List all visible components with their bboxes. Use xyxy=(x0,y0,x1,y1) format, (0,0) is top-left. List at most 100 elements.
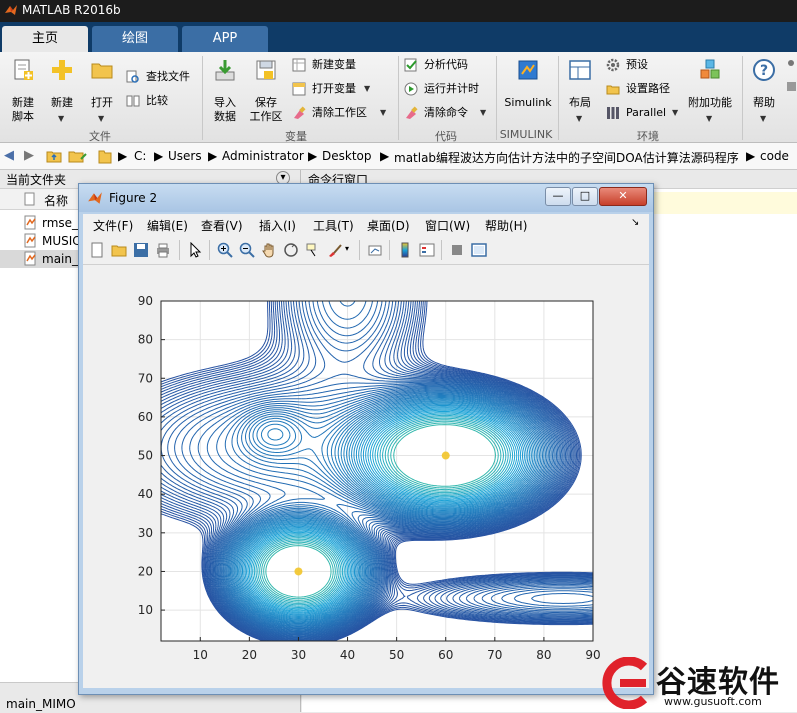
save-icon[interactable] xyxy=(133,242,149,258)
breadcrumb-c[interactable]: C: xyxy=(134,149,146,163)
compare-icon xyxy=(126,95,140,107)
browse-folder-icon[interactable] xyxy=(68,148,88,164)
rotate-3d-icon[interactable] xyxy=(283,242,299,258)
run-and-time-button[interactable]: 运行并计时 xyxy=(404,82,488,98)
breadcrumb-separator-icon: ▶ xyxy=(118,149,128,163)
y-tick-label: 10 xyxy=(138,603,153,617)
breadcrumb-project-folder[interactable]: matlab编程波达方向估计方法中的子空间DOA估计算法源码程序 xyxy=(394,149,739,166)
breadcrumb-users[interactable]: Users xyxy=(168,149,202,163)
show-plot-tools-icon[interactable] xyxy=(471,242,487,258)
forward-arrow-icon[interactable]: ▶ xyxy=(24,148,34,163)
link-plot-icon[interactable] xyxy=(367,242,383,258)
tab-apps[interactable]: APP xyxy=(182,26,268,52)
contour-peak-1 xyxy=(294,567,303,576)
open-variable-label: 打开变量 xyxy=(312,82,356,95)
x-tick-label: 40 xyxy=(340,648,355,662)
ribbon-separator xyxy=(742,56,743,140)
addons-caret-icon: ▼ xyxy=(706,114,713,123)
y-tick-label: 90 xyxy=(138,294,153,308)
ribbon-overflow-strip[interactable] xyxy=(786,58,797,118)
breadcrumb-desktop[interactable]: Desktop xyxy=(322,149,372,163)
breadcrumb-separator-icon: ▶ xyxy=(746,149,756,163)
colorbar-icon[interactable] xyxy=(397,242,413,258)
contour-peak-2 xyxy=(441,451,450,460)
new-plus-icon xyxy=(52,60,72,80)
open-file-icon[interactable] xyxy=(111,242,127,258)
file-name: MUSIC xyxy=(42,234,81,248)
addons-button[interactable]: 附加功能 ▼ xyxy=(684,58,736,124)
menu-insert[interactable]: 插入(I) xyxy=(259,217,296,234)
figure-title-bar[interactable]: Figure 2 — □ ✕ xyxy=(79,184,653,212)
group-variable-label: 变量 xyxy=(285,130,307,143)
menu-desktop[interactable]: 桌面(D) xyxy=(367,217,410,234)
file-name: main_ xyxy=(42,252,78,266)
group-code-label: 代码 xyxy=(435,130,457,143)
new-button[interactable]: 新建 ▼ xyxy=(44,58,80,124)
breadcrumb-code[interactable]: code xyxy=(760,149,789,163)
clear-workspace-caret-icon: ▼ xyxy=(380,108,387,117)
new-variable-button[interactable]: 新建变量 xyxy=(292,58,388,74)
set-path-label: 设置路径 xyxy=(626,82,670,95)
menu-file[interactable]: 文件(F) xyxy=(93,217,133,234)
set-path-button[interactable]: 设置路径 xyxy=(606,82,682,98)
save-workspace-icon xyxy=(256,60,276,80)
pointer-icon[interactable] xyxy=(187,242,203,258)
print-icon[interactable] xyxy=(155,242,171,258)
new-label: 新建 xyxy=(51,96,73,109)
tab-home[interactable]: 主页 xyxy=(2,26,88,52)
layout-button[interactable]: 布局 ▼ xyxy=(562,58,598,124)
run-time-icon xyxy=(404,82,418,96)
figure-title: Figure 2 xyxy=(109,191,158,205)
file-name: rmse_ xyxy=(42,216,79,230)
hide-plot-tools-icon[interactable] xyxy=(449,242,465,258)
find-files-button[interactable]: 查找文件 xyxy=(126,70,198,86)
x-tick-label: 70 xyxy=(487,648,502,662)
zoom-in-icon[interactable] xyxy=(217,242,233,258)
set-path-icon xyxy=(606,85,620,95)
menu-tools[interactable]: 工具(T) xyxy=(313,217,354,234)
menu-edit[interactable]: 编辑(E) xyxy=(147,217,188,234)
parallel-button[interactable]: Parallel ▼ xyxy=(606,106,686,122)
layout-label: 布局 xyxy=(569,96,591,109)
data-cursor-icon[interactable] xyxy=(305,242,321,258)
contour-plot[interactable]: 10 20 30 40 50 60 70 80 90102030405060708090 xyxy=(83,265,649,688)
open-button[interactable]: 打开 ▼ xyxy=(84,58,120,124)
analyze-code-button[interactable]: 分析代码 xyxy=(404,58,488,74)
menu-window[interactable]: 窗口(W) xyxy=(425,217,470,234)
pan-hand-icon[interactable] xyxy=(261,242,277,258)
clear-commands-button[interactable]: 清除命令 ▼ xyxy=(404,106,494,122)
back-arrow-icon[interactable]: ◀ xyxy=(4,148,14,163)
preferences-label: 预设 xyxy=(626,58,648,71)
ribbon-separator xyxy=(558,56,559,140)
brush-caret-icon[interactable]: ▾ xyxy=(345,244,349,253)
menu-help[interactable]: 帮助(H) xyxy=(485,217,527,234)
maximize-button[interactable]: □ xyxy=(572,187,598,206)
matlab-logo-icon xyxy=(5,5,17,15)
zoom-out-icon[interactable] xyxy=(239,242,255,258)
clear-workspace-button[interactable]: 清除工作区 ▼ xyxy=(292,106,392,122)
save-workspace-button[interactable]: 保存 工作区 xyxy=(246,58,286,124)
import-data-button[interactable]: 导入 数据 xyxy=(206,58,244,124)
breadcrumb-administrator[interactable]: Administrator xyxy=(222,149,304,163)
layout-caret-icon: ▼ xyxy=(576,114,583,123)
simulink-button[interactable]: Simulink xyxy=(500,58,556,124)
up-folder-icon[interactable] xyxy=(46,148,62,164)
new-script-button[interactable]: 新建 脚本 xyxy=(4,58,42,124)
run-time-label: 运行并计时 xyxy=(424,82,479,95)
preferences-button[interactable]: 预设 xyxy=(606,58,670,74)
new-figure-icon[interactable] xyxy=(89,242,105,258)
legend-icon[interactable] xyxy=(419,242,435,258)
toolbar-separator xyxy=(359,240,360,260)
ribbon-separator xyxy=(398,56,399,140)
tab-plots[interactable]: 绘图 xyxy=(92,26,178,52)
close-button[interactable]: ✕ xyxy=(599,187,647,206)
brush-icon[interactable] xyxy=(327,242,343,258)
open-variable-button[interactable]: 打开变量 ▼ xyxy=(292,82,388,98)
layout-icon xyxy=(569,60,591,80)
minimize-button[interactable]: — xyxy=(545,187,571,206)
compare-button[interactable]: 比较 xyxy=(126,94,186,110)
dock-arrow-icon[interactable]: ↘ xyxy=(631,217,639,228)
menu-view[interactable]: 查看(V) xyxy=(201,217,243,234)
help-button[interactable]: ? 帮助 ▼ xyxy=(746,58,782,124)
open-variable-icon xyxy=(292,82,306,96)
